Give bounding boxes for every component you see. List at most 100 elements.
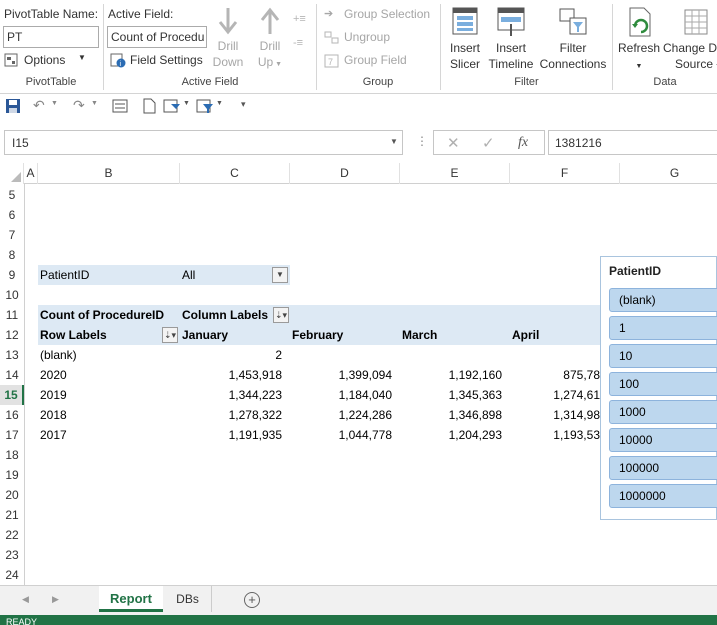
row-header[interactable]: 22: [0, 525, 24, 545]
pivot-value-cell[interactable]: 1,345,363: [400, 385, 502, 405]
row-label[interactable]: 2019: [40, 385, 178, 405]
pivot-value-cell[interactable]: 1,044,778: [290, 425, 392, 445]
pivot-value-cell[interactable]: 1,346,898: [400, 405, 502, 425]
new-file-icon[interactable]: [142, 98, 156, 114]
row-header[interactable]: 6: [0, 205, 24, 225]
customize-qat-icon[interactable]: ▾: [241, 99, 246, 110]
select-all-corner[interactable]: [0, 163, 24, 184]
redo-icon[interactable]: ↷: [73, 97, 85, 114]
row-header[interactable]: 23: [0, 545, 24, 565]
row-labels-header[interactable]: Row Labels: [40, 325, 160, 345]
slicer-item[interactable]: 1: [609, 316, 717, 340]
row-header[interactable]: 21: [0, 505, 24, 525]
month-header[interactable]: March: [402, 325, 508, 345]
form-icon[interactable]: [112, 99, 128, 113]
row-header[interactable]: 14: [0, 365, 24, 385]
save-icon[interactable]: [5, 98, 21, 114]
pivot-value-cell[interactable]: 1,192,160: [400, 365, 502, 385]
sort-filter-icon[interactable]: [163, 98, 181, 114]
column-header[interactable]: C: [180, 163, 290, 184]
row-header[interactable]: 16: [0, 405, 24, 425]
filter-dropdown-icon[interactable]: ▼: [272, 267, 288, 283]
pivot-value-cell[interactable]: 1,274,61: [510, 385, 600, 405]
drill-down-button[interactable]: Drill Down: [210, 6, 246, 70]
pivot-value-cell[interactable]: 1,184,040: [290, 385, 392, 405]
scroll-right-icon[interactable]: ▶: [52, 594, 59, 605]
filter-field-label[interactable]: PatientID: [40, 265, 178, 285]
filter-value[interactable]: All: [182, 265, 262, 285]
name-box[interactable]: I15 ▼: [4, 130, 403, 155]
filter-dropdown-icon[interactable]: ▼: [216, 100, 223, 107]
pivot-value-cell[interactable]: 1,453,918: [180, 365, 282, 385]
expand-collapse-buttons[interactable]: +≡ -≡: [293, 12, 307, 62]
month-header[interactable]: January: [182, 325, 288, 345]
row-header[interactable]: 19: [0, 465, 24, 485]
filter-icon[interactable]: [196, 98, 214, 114]
row-labels-sort-icon[interactable]: ⇣▾: [162, 327, 178, 343]
row-header[interactable]: 7: [0, 225, 24, 245]
active-field-input[interactable]: Count of Procedu: [107, 26, 207, 48]
undo-dropdown-icon[interactable]: ▼: [51, 100, 58, 107]
column-header[interactable]: D: [290, 163, 400, 184]
pivot-value-cell[interactable]: 1,193,53: [510, 425, 600, 445]
row-header-selected[interactable]: 15: [0, 385, 24, 405]
pivot-value-cell[interactable]: 2: [180, 345, 282, 365]
column-header[interactable]: E: [400, 163, 510, 184]
scroll-left-icon[interactable]: ◀: [22, 594, 29, 605]
sort-filter-dropdown-icon[interactable]: ▼: [183, 100, 190, 107]
month-header[interactable]: February: [292, 325, 398, 345]
pivot-value-cell[interactable]: 1,204,293: [400, 425, 502, 445]
column-header[interactable]: G: [620, 163, 717, 184]
cancel-icon[interactable]: ✕: [447, 134, 460, 152]
row-label[interactable]: (blank): [40, 345, 178, 365]
row-header[interactable]: 5: [0, 185, 24, 205]
column-labels-header[interactable]: Column Labels: [182, 305, 274, 325]
row-header[interactable]: 17: [0, 425, 24, 445]
pivot-value-cell[interactable]: 875,78: [510, 365, 600, 385]
undo-icon[interactable]: ↶: [33, 97, 45, 114]
row-header[interactable]: 10: [0, 285, 24, 305]
month-header[interactable]: April: [512, 325, 600, 345]
redo-dropdown-icon[interactable]: ▼: [91, 100, 98, 107]
column-header[interactable]: B: [38, 163, 180, 184]
formula-input[interactable]: 1381216: [548, 130, 717, 155]
sheet-tab-dbs[interactable]: DBs: [164, 586, 212, 612]
refresh-button[interactable]: Refresh ▼: [617, 6, 661, 75]
row-header[interactable]: 11: [0, 305, 24, 325]
slicer-item[interactable]: 100: [609, 372, 717, 396]
row-header[interactable]: 8: [0, 245, 24, 265]
row-header[interactable]: 24: [0, 565, 24, 585]
slicer-item[interactable]: 100000: [609, 456, 717, 480]
insert-function-icon[interactable]: fx: [518, 135, 528, 151]
slicer-item[interactable]: 1000: [609, 400, 717, 424]
row-label[interactable]: 2020: [40, 365, 178, 385]
pivot-value-cell[interactable]: 1,399,094: [290, 365, 392, 385]
row-label[interactable]: 2017: [40, 425, 178, 445]
insert-timeline-button[interactable]: Insert Timeline: [487, 6, 535, 72]
pivot-value-cell[interactable]: 1,191,935: [180, 425, 282, 445]
slicer-item[interactable]: (blank): [609, 288, 717, 312]
slicer-item[interactable]: 1000000: [609, 484, 717, 508]
pivot-value-cell[interactable]: 1,278,322: [180, 405, 282, 425]
enter-icon[interactable]: ✓: [482, 134, 495, 152]
slicer-item[interactable]: 10000: [609, 428, 717, 452]
add-sheet-icon[interactable]: +: [244, 592, 260, 608]
pivot-value-cell[interactable]: 1,344,223: [180, 385, 282, 405]
filter-connections-button[interactable]: Filter Connections: [537, 6, 609, 72]
pivot-value-cell[interactable]: 1,224,286: [290, 405, 392, 425]
row-header[interactable]: 12: [0, 325, 24, 345]
drill-up-button[interactable]: Drill Up ▼: [252, 6, 288, 73]
patientid-slicer[interactable]: PatientID (blank) 1 10 100 1000 10000 10…: [600, 256, 717, 520]
row-header[interactable]: 18: [0, 445, 24, 465]
column-header[interactable]: A: [24, 163, 38, 184]
row-header[interactable]: 20: [0, 485, 24, 505]
name-box-dropdown-icon[interactable]: ▼: [390, 137, 398, 146]
values-label[interactable]: Count of ProcedureID: [40, 305, 180, 325]
sheet-tab-report[interactable]: Report: [99, 586, 163, 612]
change-data-source-button[interactable]: Change D Source ▼: [663, 6, 717, 75]
row-header[interactable]: 13: [0, 345, 24, 365]
column-labels-sort-icon[interactable]: ⇣▾: [273, 307, 289, 323]
row-label[interactable]: 2018: [40, 405, 178, 425]
insert-slicer-button[interactable]: Insert Slicer: [444, 6, 486, 72]
row-header[interactable]: 9: [0, 265, 24, 285]
